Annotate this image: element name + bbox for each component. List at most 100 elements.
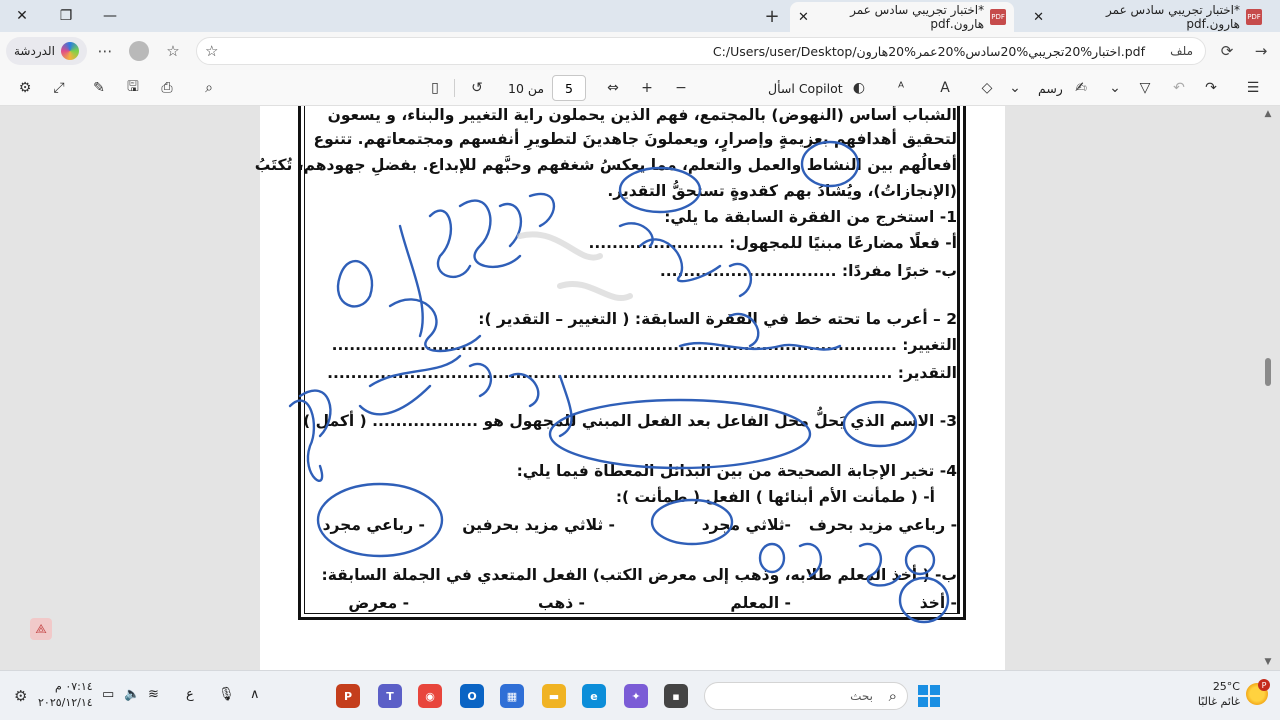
app-icon[interactable]: ▪ — [664, 684, 688, 708]
scroll-down-icon[interactable]: ▼ — [1262, 656, 1274, 668]
undo-icon[interactable]: ↶ — [1168, 76, 1190, 100]
taskbar-search[interactable]: بحث ⌕ — [704, 682, 908, 710]
add-favorite-icon[interactable]: ☆ — [205, 42, 218, 60]
new-tab-button[interactable]: + — [760, 4, 784, 28]
scroll-thumb[interactable] — [1265, 358, 1271, 386]
vertical-scrollbar[interactable]: ▲ ▼ — [1262, 106, 1274, 670]
chevron-down-icon[interactable]: ⌄ — [1104, 76, 1126, 100]
tab-pdf[interactable]: PDF *اختبار تجريبي سادس عمر هارون.pdf ✕ — [1018, 2, 1270, 32]
copilot-chat-button[interactable]: الدردشة — [6, 37, 87, 65]
acrobat-sidebar-icon[interactable]: ⟁ — [30, 618, 52, 640]
pdf-file-icon: PDF — [1246, 9, 1262, 25]
start-button[interactable] — [918, 685, 940, 707]
taskbar: ⚙ ٠٧:١٤ م ٢٠٢٥/١٢/١٤ ▭ 🔈 ≋ ع 🎙 ∧ P T ◉ O… — [0, 670, 1280, 720]
volume-icon[interactable]: 🔈 — [124, 687, 140, 702]
chevron-up-icon[interactable]: ∧ — [250, 687, 260, 702]
pdf-file-icon: PDF — [990, 9, 1006, 25]
read-aloud-icon[interactable]: ᴬ — [890, 76, 912, 100]
option-b1: - أخذ — [919, 594, 957, 612]
pdf-page: الشباب أساس (النهوض) بالمجتمع، فهم الذين… — [255, 106, 1005, 670]
save-as-icon[interactable]: ✎ — [88, 76, 110, 100]
file-scheme-label: ملف — [1170, 44, 1193, 58]
print-icon[interactable]: ⎙ — [156, 76, 178, 100]
file-explorer-icon[interactable]: ▬ — [542, 684, 566, 708]
weather-widget[interactable]: P 25°C غائم غالبًا — [1197, 679, 1270, 709]
draw-label[interactable]: رسم — [1038, 76, 1063, 100]
title-bar: ✕ ❐ — + PDF *اختبار تجريبي سادس عمر هارو… — [0, 0, 1280, 32]
url-text: C:/Users/user/Desktop/اختبار%20تجريبي%20… — [712, 44, 1145, 59]
teams-icon[interactable]: T — [378, 684, 402, 708]
question-4b: ب- ( أخذ المعلم طلابه، وذهب إلى معرض الك… — [321, 566, 957, 584]
paragraph-line: الشباب أساس (النهوض) بالمجتمع، فهم الذين… — [327, 106, 957, 124]
redo-icon[interactable]: ↷ — [1200, 76, 1222, 100]
ask-copilot-button[interactable]: اسأل Copilot — [768, 76, 843, 100]
tab-title: *اختبار تجريبي سادس عمر هارون.pdf — [1106, 3, 1240, 31]
copilot-icon — [60, 42, 79, 60]
url-field[interactable]: ☆ C:/Users/user/Desktop/اختبار%20تجريبي%… — [196, 37, 1206, 65]
answer-line-tagheer: التغيير: ...............................… — [331, 336, 957, 354]
close-tab-icon[interactable]: ✕ — [1033, 10, 1044, 25]
close-window-icon[interactable]: ✕ — [0, 0, 44, 32]
edge-icon[interactable]: e — [582, 684, 606, 708]
clock[interactable]: ٠٧:١٤ م ٢٠٢٥/١٢/١٤ — [38, 679, 93, 711]
chrome-icon[interactable]: ◉ — [418, 684, 442, 708]
erase-icon[interactable]: ◇ — [976, 76, 998, 100]
save-icon[interactable]: 🖫 — [122, 76, 144, 100]
question-1b: ب- خبرًا مفردًا: .......................… — [659, 262, 957, 280]
draw-icon[interactable]: ✍ — [1070, 76, 1092, 100]
search-placeholder: بحث — [850, 689, 873, 703]
fullscreen-icon[interactable]: ⤢ — [48, 76, 70, 100]
back-arrow-icon[interactable]: → — [1250, 40, 1272, 62]
zoom-out-icon[interactable]: − — [670, 76, 692, 100]
zoom-in-icon[interactable]: + — [636, 76, 658, 100]
minimize-window-icon[interactable]: — — [88, 0, 132, 32]
address-bar: الدردشة ⋯ ☆ ☆ C:/Users/user/Desktop/اختب… — [0, 32, 1280, 70]
powerpoint-icon[interactable]: P — [336, 684, 360, 708]
pdf-toolbar: ⚙ ⤢ ✎ 🖫 ⎙ ⌕ ▯ ↺ من 10 5 ⇔ + − اسأل Copil… — [0, 70, 1280, 106]
search-icon[interactable]: ⌕ — [198, 76, 220, 100]
option-a3: - ثلاثي مزيد بحرفين — [462, 516, 615, 534]
text-options-icon[interactable]: A — [934, 76, 956, 100]
scroll-up-icon[interactable]: ▲ — [1262, 108, 1274, 120]
tab-title: *اختبار تجريبي سادس عمر هارون.pdf — [850, 3, 985, 31]
more-options-icon[interactable]: ⋯ — [94, 40, 116, 62]
paragraph-line: لتحقيق أهدافهم بعزيمةٍ وإصرارٍ، ويعملونَ… — [313, 130, 958, 148]
page-number-input[interactable]: 5 — [552, 75, 586, 101]
option-a1: - رباعي مزيد بحرف — [808, 516, 957, 534]
microphone-icon[interactable]: 🎙 — [218, 687, 235, 702]
clock-time: ٠٧:١٤ م — [55, 680, 93, 693]
weather-text: غائم غالبًا — [1197, 695, 1240, 708]
outlook-icon[interactable]: O — [460, 684, 484, 708]
question-3: 3- الاسم الذي يَحلُّ محل الفاعل بعد الفع… — [303, 412, 957, 430]
chevron-down-icon[interactable]: ⌄ — [1004, 76, 1026, 100]
copilot-chat-label: الدردشة — [14, 44, 55, 58]
profile-avatar[interactable] — [128, 40, 150, 62]
store-icon[interactable]: ▦ — [500, 684, 524, 708]
copilot-pdf-icon[interactable]: ◐ — [848, 76, 870, 100]
input-language[interactable]: ع — [186, 687, 194, 702]
page-view-icon[interactable]: ▯ — [424, 76, 446, 100]
tab-pdf-active[interactable]: PDF *اختبار تجريبي سادس عمر هارون.pdf ✕ — [790, 2, 1014, 32]
copilot-taskbar-icon[interactable]: ✦ — [624, 684, 648, 708]
question-1: 1- استخرج من الفقرة السابقة ما يلي: — [664, 208, 957, 226]
highlight-icon[interactable]: ▽ — [1134, 76, 1156, 100]
pdf-viewer[interactable]: الشباب أساس (النهوض) بالمجتمع، فهم الذين… — [0, 106, 1280, 670]
contents-icon[interactable]: ☰ — [1242, 76, 1264, 100]
page-count: من 10 — [508, 80, 545, 96]
answer-line-taqdeer: التقدير: ...............................… — [327, 364, 957, 382]
fit-width-icon[interactable]: ⇔ — [602, 76, 624, 100]
refresh-icon[interactable]: ⟳ — [1216, 40, 1238, 62]
option-b2: - المعلم — [730, 594, 791, 612]
question-4a: أ- ( طمأنت الأم أبنائها ) الفعل ( طمأنت … — [615, 488, 935, 506]
settings-icon[interactable]: ⚙ — [14, 76, 36, 100]
restore-window-icon[interactable]: ❐ — [44, 0, 88, 32]
wifi-icon[interactable]: ≋ — [148, 687, 159, 702]
close-tab-icon[interactable]: ✕ — [798, 10, 809, 25]
clock-date: ٢٠٢٥/١٢/١٤ — [38, 696, 93, 709]
question-4: 4- تخير الإجابة الصحيحة من بين البدائل ا… — [516, 462, 957, 480]
notification-badge: P — [1258, 679, 1270, 691]
settings-icon[interactable]: ⚙ — [14, 687, 27, 705]
favorites-icon[interactable]: ☆ — [162, 40, 184, 62]
battery-icon[interactable]: ▭ — [102, 687, 114, 702]
rotate-icon[interactable]: ↺ — [466, 76, 488, 100]
